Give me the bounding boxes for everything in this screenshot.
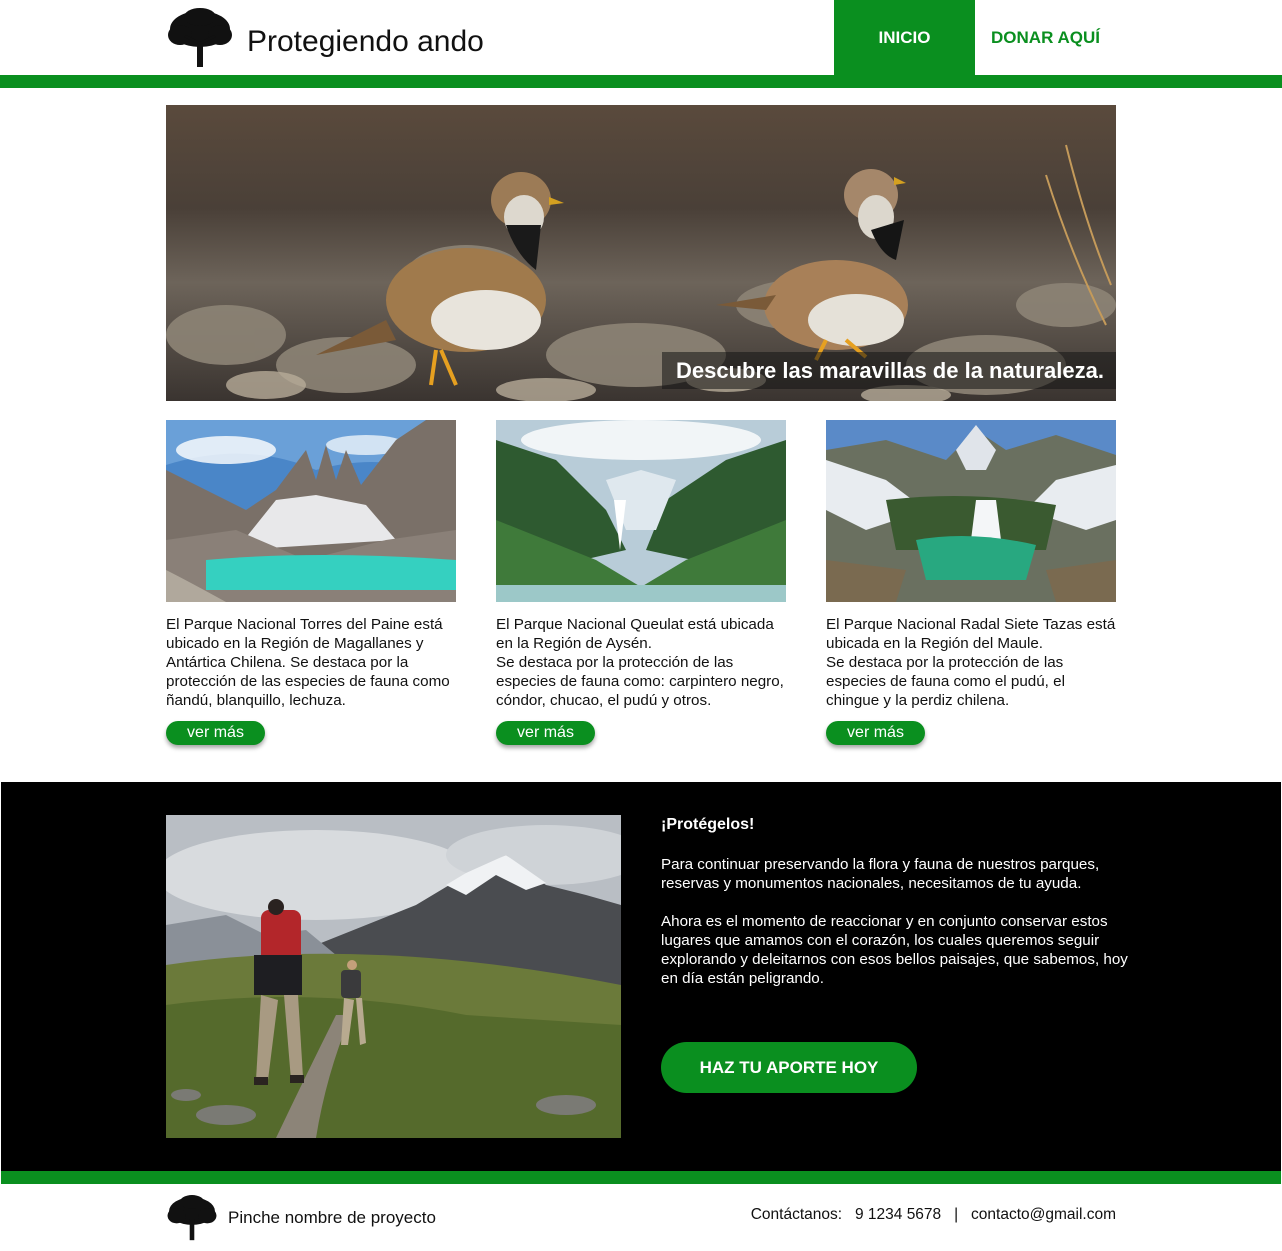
protect-paragraph-1: Para continuar preservando la flora y fa… <box>661 856 1100 892</box>
card-queulat: El Parque Nacional Queulat está ubicada … <box>496 420 786 745</box>
tree-logo-icon[interactable] <box>166 7 234 69</box>
header-green-bar <box>0 75 1282 88</box>
nav-donar[interactable]: DONAR AQUÍ <box>975 0 1116 75</box>
footer-project-name: Pinche nombre de proyecto <box>228 1208 436 1227</box>
card-torres-del-paine: El Parque Nacional Torres del Paine está… <box>166 420 456 745</box>
ver-mas-button[interactable]: ver más <box>496 721 595 745</box>
protect-paragraph-2: Ahora es el momento de reaccionar y en c… <box>661 913 1128 987</box>
site-header: Protegiendo ando INICIO DONAR AQUÍ <box>0 0 1282 75</box>
card-image <box>826 420 1116 602</box>
haz-tu-aporte-button[interactable]: HAZ TU APORTE HOY <box>661 1042 917 1093</box>
card-image <box>496 420 786 602</box>
ver-mas-button[interactable]: ver más <box>826 721 925 745</box>
hikers-image-frame <box>166 815 621 1138</box>
hikers-image <box>166 815 621 1138</box>
card-description: El Parque Nacional Radal Siete Tazas est… <box>826 616 1116 709</box>
protect-title: ¡Protégelos! <box>661 816 755 833</box>
hero-caption: Descubre las maravillas de la naturaleza… <box>661 352 1116 389</box>
nav-inicio[interactable]: INICIO <box>834 0 975 75</box>
queulat-image <box>496 420 786 602</box>
tree-logo-icon[interactable] <box>166 1194 218 1242</box>
card-image <box>166 420 456 602</box>
card-radal-siete-tazas: El Parque Nacional Radal Siete Tazas est… <box>826 420 1116 745</box>
footer-contact: Contáctanos: 9 1234 5678 | contacto@gmai… <box>750 1206 1116 1223</box>
card-description: El Parque Nacional Queulat está ubicada … <box>496 616 784 709</box>
hero-banner: Descubre las maravillas de la naturaleza… <box>166 105 1116 401</box>
ver-mas-button[interactable]: ver más <box>166 721 265 745</box>
radal-siete-tazas-image <box>826 420 1116 602</box>
card-description: El Parque Nacional Torres del Paine está… <box>166 616 450 709</box>
footer-green-bar <box>1 1171 1281 1184</box>
torres-del-paine-image <box>166 420 456 602</box>
site-title: Protegiendo ando <box>247 25 484 58</box>
